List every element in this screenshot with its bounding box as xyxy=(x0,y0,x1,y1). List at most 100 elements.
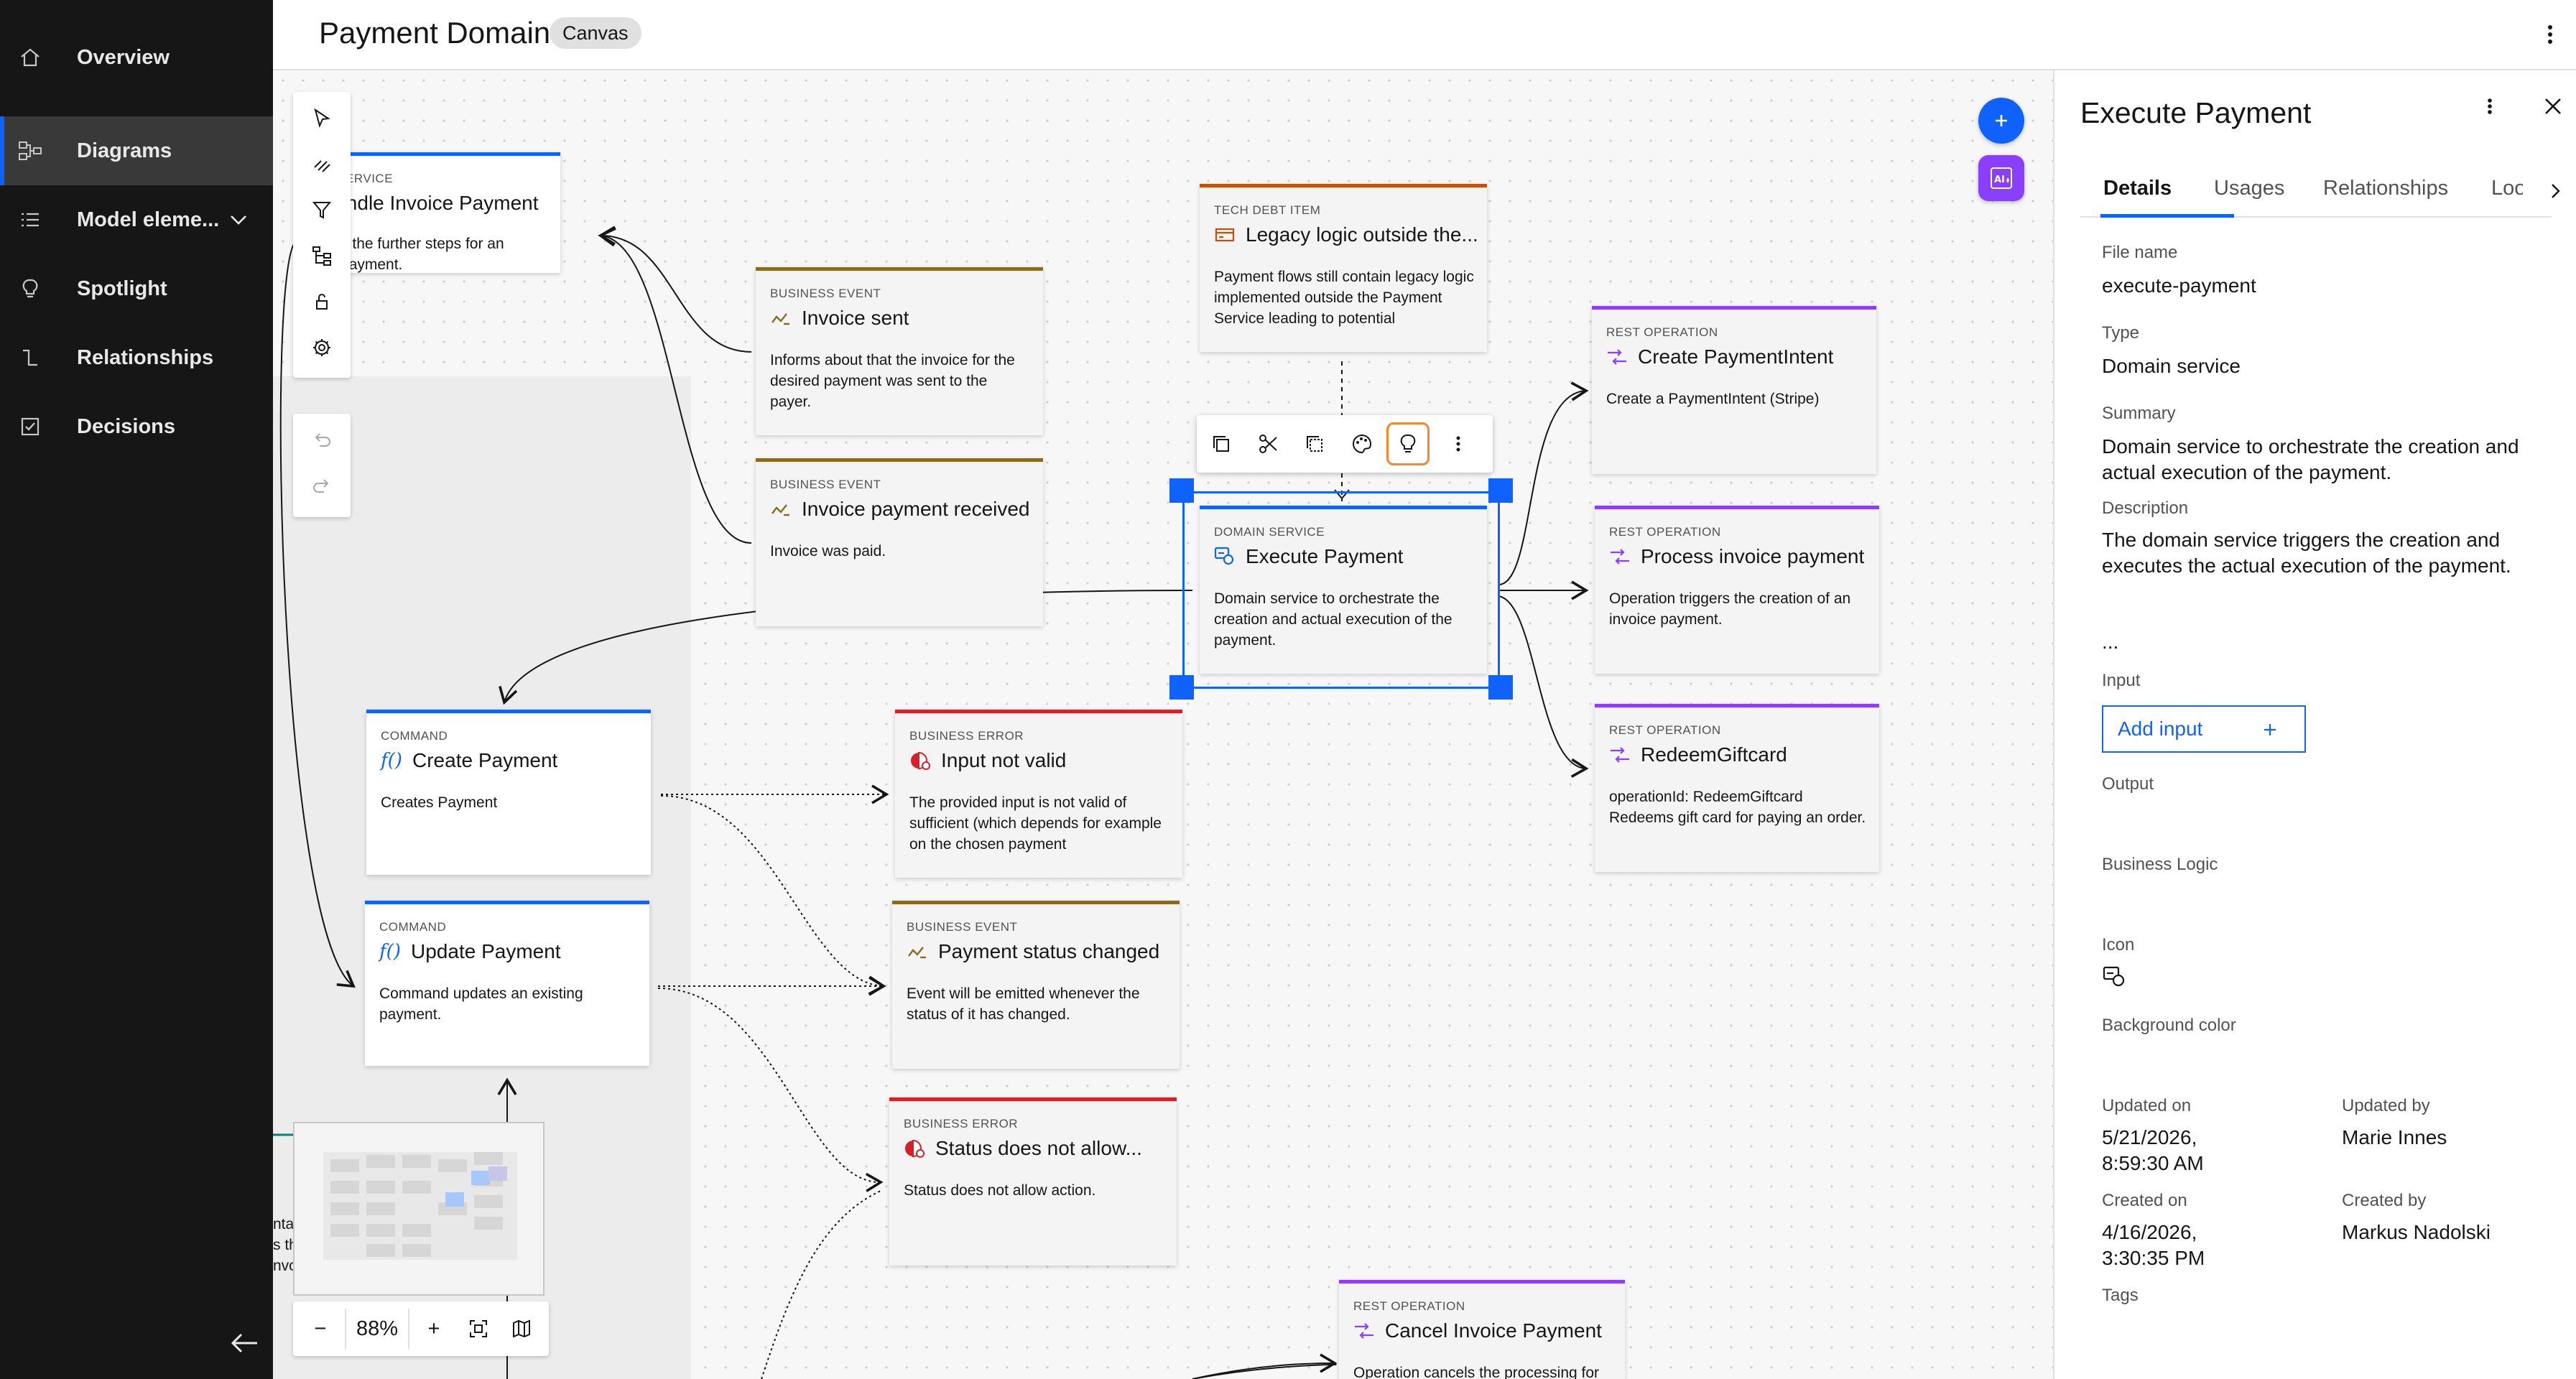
node-payment-status-changed[interactable]: BUSINESS EVENT Payment status changed Ev… xyxy=(892,901,1180,1069)
node-description: Command updates an existing payment. xyxy=(379,985,583,1023)
undo-icon[interactable] xyxy=(302,419,342,460)
chevron-right-icon[interactable] xyxy=(2543,178,2569,204)
ai-assistant-button[interactable]: AI xyxy=(1978,155,2024,201)
summary-value: Domain service to orchestrate the creati… xyxy=(2102,435,2519,483)
node-title: Invoice sent xyxy=(770,307,909,330)
zoom-controls: − 88% + xyxy=(293,1301,549,1356)
output-label: Output xyxy=(2102,774,2154,794)
node-title-text: Process invoice payment xyxy=(1641,545,1865,567)
sidebar-item-diagrams[interactable]: Diagrams xyxy=(0,116,273,185)
resize-handle-se[interactable] xyxy=(1488,675,1513,700)
tech-debt-icon xyxy=(1214,224,1236,246)
node-update-payment[interactable]: COMMAND f() Update Payment Command update… xyxy=(365,901,649,1066)
node-title-text: Cancel Invoice Payment xyxy=(1385,1319,1602,1342)
description-ellipsis[interactable]: ... xyxy=(2102,629,2533,655)
fit-to-screen-icon[interactable] xyxy=(458,1309,499,1349)
cut-icon[interactable] xyxy=(1247,422,1290,465)
sidebar: Overview Diagrams Model eleme... Spotlig… xyxy=(0,0,273,1379)
rest-operation-icon xyxy=(1606,346,1628,368)
node-input-not-valid[interactable]: BUSINESS ERROR Input not valid The provi… xyxy=(895,710,1182,878)
resize-handle-nw[interactable] xyxy=(1169,478,1194,503)
minimap[interactable] xyxy=(293,1122,545,1296)
resize-handle-sw[interactable] xyxy=(1169,675,1194,700)
updated-on-value: 5/21/2026, 8:59:30 AM xyxy=(2102,1126,2204,1174)
panel-overflow-menu-icon[interactable] xyxy=(2475,92,2504,121)
chevron-down-icon[interactable] xyxy=(224,205,253,234)
tags-label: Tags xyxy=(2102,1286,2139,1305)
node-create-payment-intent[interactable]: REST OPERATION Create PaymentIntent Crea… xyxy=(1592,306,1876,474)
redo-icon[interactable] xyxy=(302,465,342,506)
event-icon xyxy=(907,941,928,962)
sidebar-item-overview[interactable]: Overview xyxy=(0,23,273,92)
resize-handle-ne[interactable] xyxy=(1488,478,1513,503)
zoom-in-button[interactable]: + xyxy=(414,1309,454,1349)
node-title-text: Create PaymentIntent xyxy=(1638,345,1834,368)
node-invoice-payment-received[interactable]: BUSINESS EVENT Invoice payment received … xyxy=(756,458,1043,626)
node-handle-invoice-payment[interactable]: IN SERVICE Handle Invoice Payment dles t… xyxy=(316,152,560,273)
node-description: operationId: RedeemGiftcard Redeems gift… xyxy=(1609,789,1866,826)
node-redeem-giftcard[interactable]: REST OPERATION RedeemGiftcard operationI… xyxy=(1595,704,1879,872)
overflow-menu-icon[interactable] xyxy=(2537,20,2563,49)
node-title: Handle Invoice Payment xyxy=(320,192,539,214)
node-invoice-sent[interactable]: BUSINESS EVENT Invoice sent Informs abou… xyxy=(756,267,1043,435)
node-create-payment[interactable]: COMMAND f() Create Payment Creates Paymen… xyxy=(366,710,651,875)
tab-loo[interactable]: Loo xyxy=(2491,177,2523,200)
node-title-text: Legacy logic outside the... xyxy=(1246,223,1478,246)
tab-details[interactable]: Details xyxy=(2103,177,2172,200)
summary-label: Summary xyxy=(2102,404,2176,423)
ai-icon: AI xyxy=(1991,167,2012,189)
zoom-level[interactable]: 88% xyxy=(345,1309,409,1349)
sidebar-item-relationships[interactable]: Relationships xyxy=(0,323,273,392)
sidebar-item-label: Diagrams xyxy=(77,139,172,162)
select-pointer-icon[interactable] xyxy=(302,98,342,138)
checkbox-icon xyxy=(16,412,45,441)
plus-icon xyxy=(1996,115,2007,126)
created-by-label: Created by xyxy=(2342,1191,2427,1210)
add-input-button[interactable]: Add input xyxy=(2102,705,2306,753)
app-root: Overview Diagrams Model eleme... Spotlig… xyxy=(0,0,2576,1379)
type-label: Type xyxy=(2102,323,2140,343)
diagram-icon xyxy=(16,136,45,165)
canvas-toolbar xyxy=(293,92,351,378)
plus-icon xyxy=(2264,724,2276,735)
node-process-invoice-payment[interactable]: REST OPERATION Process invoice payment O… xyxy=(1595,506,1879,674)
node-title: Process invoice payment xyxy=(1609,545,1864,568)
sidebar-item-label: Model eleme... xyxy=(77,208,220,231)
tab-usages[interactable]: Usages xyxy=(2214,177,2284,200)
connect-icon[interactable] xyxy=(302,144,342,184)
node-description: Status does not allow action. xyxy=(904,1182,1096,1199)
sidebar-item-label: Overview xyxy=(77,45,170,69)
filter-icon[interactable] xyxy=(302,190,342,230)
hierarchy-icon[interactable] xyxy=(302,236,342,276)
node-cancel-invoice-payment[interactable]: REST OPERATION Cancel Invoice Payment Op… xyxy=(1339,1280,1625,1379)
node-description: Create a PaymentIntent (Stripe) xyxy=(1606,391,1820,407)
history-toolbar xyxy=(293,414,351,517)
zoom-out-button[interactable]: − xyxy=(300,1309,340,1349)
copy-icon[interactable] xyxy=(1200,422,1243,465)
selection-box[interactable] xyxy=(1182,491,1500,689)
home-icon xyxy=(16,43,45,72)
node-title-text: Update Payment xyxy=(411,940,561,962)
map-icon[interactable] xyxy=(501,1309,542,1349)
settings-gear-icon[interactable] xyxy=(302,328,342,368)
header: Payment Domain Canvas xyxy=(273,0,2576,70)
node-type: REST OPERATION xyxy=(1353,1299,1465,1313)
spotlight-bulb-icon[interactable] xyxy=(1386,422,1430,465)
rest-operation-icon xyxy=(1609,744,1631,766)
node-tech-debt[interactable]: TECH DEBT ITEM Legacy logic outside the.… xyxy=(1200,184,1487,352)
duplicate-icon[interactable] xyxy=(1293,422,1336,465)
node-title-text: Invoice payment received xyxy=(802,498,1030,520)
details-panel: Execute Payment Details Usages Relations… xyxy=(2053,70,2576,1379)
color-palette-icon[interactable] xyxy=(1340,422,1384,465)
add-element-button[interactable] xyxy=(1978,98,2024,144)
more-options-icon[interactable] xyxy=(1437,422,1480,465)
collapse-sidebar-button[interactable] xyxy=(227,1326,261,1360)
close-icon[interactable] xyxy=(2537,90,2569,122)
node-type: TECH DEBT ITEM xyxy=(1214,203,1321,217)
sidebar-item-decisions[interactable]: Decisions xyxy=(0,392,273,461)
sidebar-item-model-elements[interactable]: Model eleme... xyxy=(0,185,273,254)
tab-relationships[interactable]: Relationships xyxy=(2323,177,2448,200)
node-status-does-not-allow[interactable]: BUSINESS ERROR Status does not allow... … xyxy=(889,1097,1177,1266)
sidebar-item-spotlight[interactable]: Spotlight xyxy=(0,254,273,323)
lock-icon[interactable] xyxy=(302,282,342,322)
